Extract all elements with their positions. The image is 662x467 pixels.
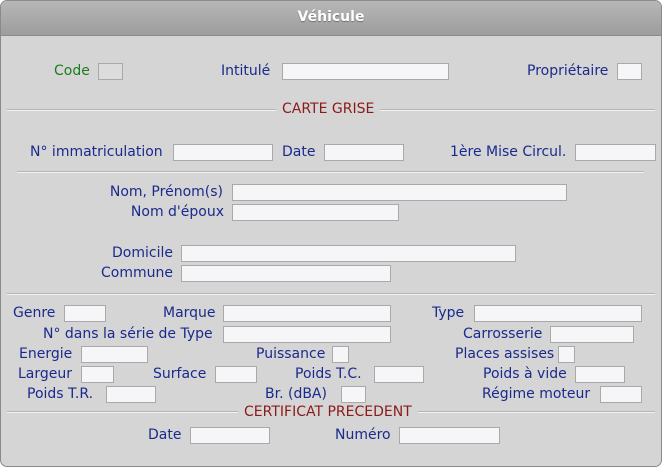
certificat-title: CERTIFICAT PRECEDENT bbox=[238, 404, 418, 421]
type-field[interactable] bbox=[474, 305, 642, 322]
owner-separator bbox=[17, 172, 644, 173]
window-title: Véhicule bbox=[297, 9, 365, 25]
places-assises-field[interactable] bbox=[558, 346, 575, 363]
carte-grise-title: CARTE GRISE bbox=[276, 101, 381, 118]
br-dba-label: Br. (dBA) bbox=[265, 386, 327, 402]
poids-vide-field[interactable] bbox=[575, 366, 625, 383]
vehicule-window: Véhicule Code Intitulé Propriétaire CART… bbox=[0, 0, 662, 467]
places-assises-label: Places assises bbox=[455, 346, 555, 362]
mise-circul-label: 1ère Mise Circul. bbox=[450, 144, 567, 160]
immatriculation-label: N° immatriculation bbox=[30, 144, 163, 160]
poids-tc-field[interactable] bbox=[374, 366, 424, 383]
genre-label: Genre bbox=[13, 305, 56, 321]
poids-vide-label: Poids à vide bbox=[483, 366, 567, 382]
date-field[interactable] bbox=[324, 144, 404, 161]
serie-type-label: N° dans la série de Type bbox=[43, 326, 213, 342]
date-label: Date bbox=[282, 144, 316, 160]
marque-label: Marque bbox=[163, 305, 216, 321]
code-field[interactable] bbox=[98, 63, 123, 80]
br-dba-field[interactable] bbox=[341, 386, 366, 403]
certificat-date-field[interactable] bbox=[190, 427, 270, 444]
intitule-field[interactable] bbox=[282, 63, 449, 80]
certificat-numero-field[interactable] bbox=[399, 427, 500, 444]
poids-tc-label: Poids T.C. bbox=[295, 366, 362, 382]
largeur-label: Largeur bbox=[18, 366, 73, 382]
nom-prenom-label: Nom, Prénom(s) bbox=[109, 184, 223, 200]
puissance-label: Puissance bbox=[256, 346, 326, 362]
domicile-label: Domicile bbox=[112, 245, 173, 261]
vehicle-separator bbox=[7, 294, 655, 295]
serie-type-field[interactable] bbox=[223, 326, 391, 343]
domicile-field[interactable] bbox=[181, 245, 516, 262]
energie-label: Energie bbox=[19, 346, 73, 362]
regime-moteur-field[interactable] bbox=[600, 386, 642, 403]
nom-epoux-field[interactable] bbox=[232, 204, 399, 221]
poids-tr-field[interactable] bbox=[106, 386, 156, 403]
carrosserie-label: Carrosserie bbox=[463, 326, 543, 342]
regime-moteur-label: Régime moteur bbox=[482, 386, 591, 402]
surface-field[interactable] bbox=[215, 366, 257, 383]
type-label: Type bbox=[432, 305, 465, 321]
poids-tr-label: Poids T.R. bbox=[27, 386, 94, 402]
title-bar[interactable]: Véhicule bbox=[1, 1, 661, 36]
code-label: Code bbox=[54, 63, 90, 79]
puissance-field[interactable] bbox=[332, 346, 349, 363]
largeur-field[interactable] bbox=[81, 366, 114, 383]
carrosserie-field[interactable] bbox=[550, 326, 634, 343]
certificat-date-label: Date bbox=[148, 427, 182, 443]
commune-label: Commune bbox=[101, 265, 173, 281]
nom-epoux-label: Nom d'époux bbox=[130, 204, 224, 220]
mise-circul-field[interactable] bbox=[575, 144, 656, 161]
immatriculation-field[interactable] bbox=[173, 144, 273, 161]
commune-field[interactable] bbox=[181, 265, 391, 282]
proprietaire-field[interactable] bbox=[617, 63, 642, 80]
energie-field[interactable] bbox=[81, 346, 148, 363]
marque-field[interactable] bbox=[223, 305, 391, 322]
surface-label: Surface bbox=[153, 366, 207, 382]
nom-prenom-field[interactable] bbox=[232, 184, 567, 201]
genre-field[interactable] bbox=[64, 305, 106, 322]
intitule-label: Intitulé bbox=[221, 63, 271, 79]
proprietaire-label: Propriétaire bbox=[527, 63, 609, 79]
certificat-numero-label: Numéro bbox=[335, 427, 391, 443]
